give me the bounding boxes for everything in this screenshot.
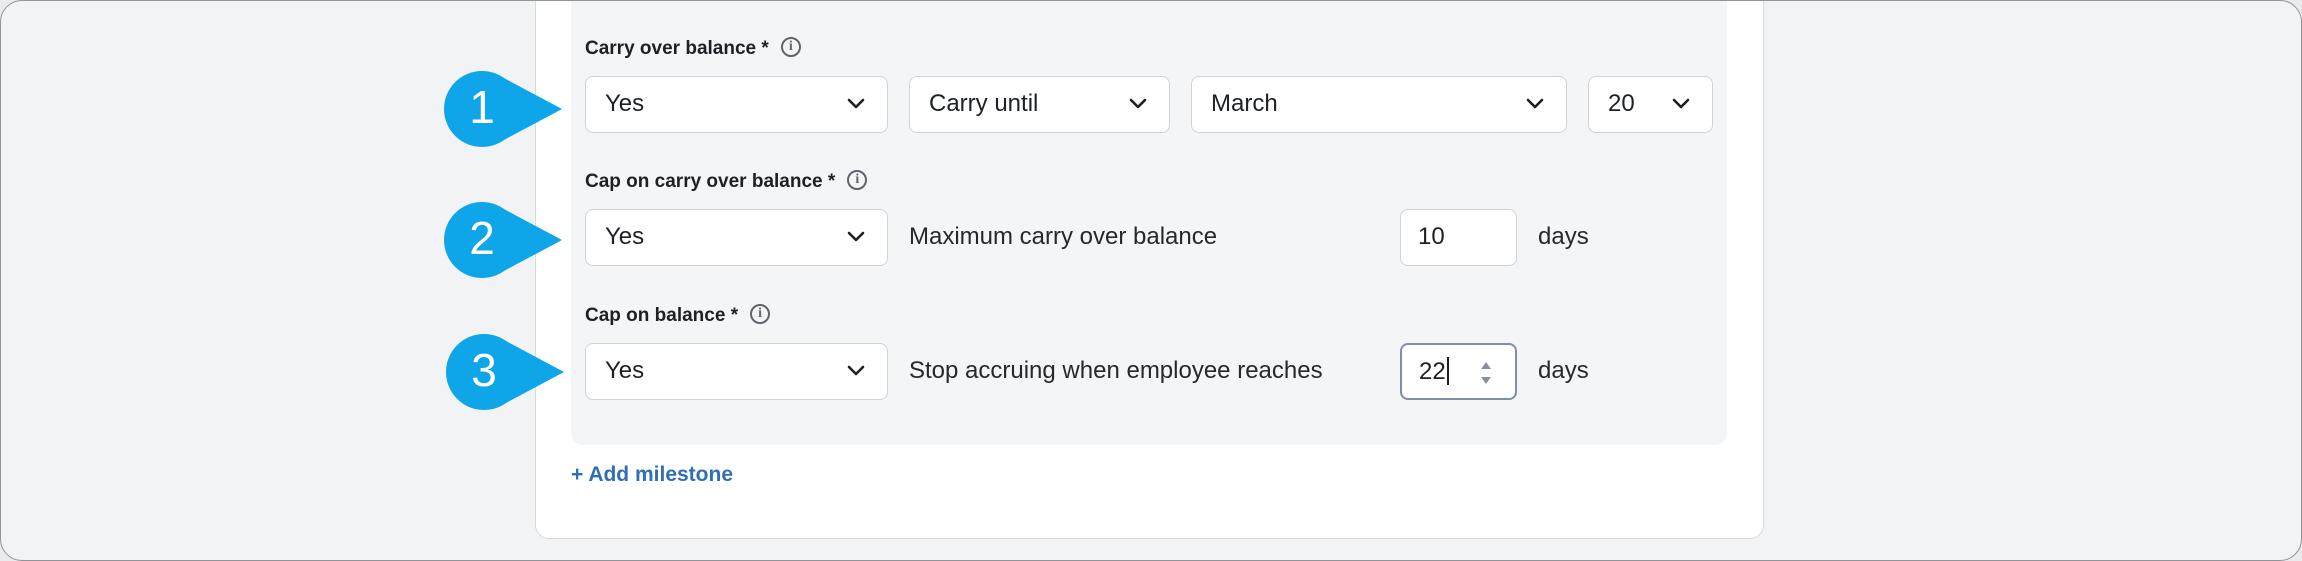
cap-on-carry-over-select[interactable]: Yes [585,209,888,266]
chevron-down-icon [1526,98,1544,109]
carry-month-value: March [1211,90,1278,117]
days-unit-label: days [1538,357,1589,384]
callout-2-number: 2 [469,212,495,264]
info-icon[interactable]: i [780,36,801,57]
maximum-carry-over-text: Maximum carry over balance [909,223,1218,250]
chevron-down-icon [847,98,865,109]
text-caret [1446,356,1449,385]
cap-on-balance-input[interactable]: 22 [1400,343,1517,400]
maximum-carry-over-value: 10 [1418,223,1445,250]
chevron-down-icon [847,365,865,376]
carry-day-value: 20 [1608,90,1635,117]
carry-over-balance-select[interactable]: Yes [585,76,888,133]
number-spinner-icon[interactable] [1479,358,1493,388]
carry-day-select[interactable]: 20 [1588,76,1713,133]
info-icon[interactable]: i [750,303,771,324]
stop-accruing-text: Stop accruing when employee reaches [909,357,1323,384]
cap-on-carry-over-label-text: Cap on carry over balance * [585,171,836,192]
cap-on-balance-input-value: 22 [1419,358,1446,385]
carry-over-balance-label-text: Carry over balance * [585,38,769,59]
maximum-carry-over-input[interactable]: 10 [1400,209,1517,266]
cap-on-balance-value: Yes [605,357,645,384]
carry-mode-select[interactable]: Carry until [909,76,1170,133]
carry-over-balance-value: Yes [605,90,645,117]
screenshot-frame: 1 2 3 Carry over balance * i Yes Carry un… [0,0,2302,561]
cap-on-carry-over-label: Cap on carry over balance * i [585,169,868,193]
chevron-down-icon [1129,98,1147,109]
cap-on-balance-select[interactable]: Yes [585,343,888,400]
carry-month-select[interactable]: March [1191,76,1567,133]
info-icon[interactable]: i [847,169,868,190]
callout-1-number: 1 [469,81,495,133]
chevron-down-icon [847,231,865,242]
carry-mode-value: Carry until [929,90,1039,117]
days-unit-label: days [1538,223,1589,250]
callout-3-number: 3 [471,344,497,396]
cap-on-balance-label-text: Cap on balance * [585,305,739,326]
add-milestone-link[interactable]: + Add milestone [571,463,733,487]
cap-on-carry-over-value: Yes [605,223,645,250]
cap-on-balance-label: Cap on balance * i [585,303,771,327]
chevron-down-icon [1672,98,1690,109]
carry-over-balance-label: Carry over balance * i [585,36,801,60]
